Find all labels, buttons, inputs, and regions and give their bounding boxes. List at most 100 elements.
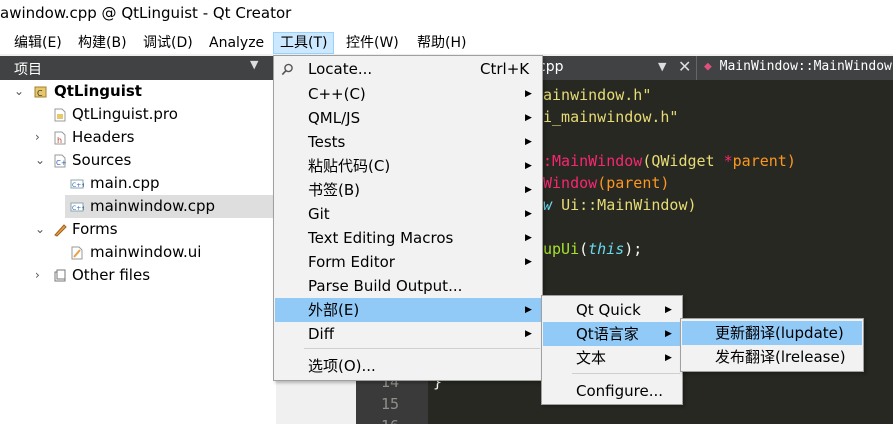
menu-item-tests[interactable]: Tests ▶: [275, 130, 541, 154]
menu-item-git[interactable]: Git ▶: [275, 202, 541, 226]
project-tree: ⌄ C QtLinguist QtLinguist.pro › h Header…: [0, 80, 276, 424]
code-token: :MainWindow: [543, 152, 643, 170]
collapsed-icon[interactable]: ›: [35, 126, 40, 149]
menu-item-locate[interactable]: Locate... Ctrl+K: [275, 57, 541, 81]
menu-item-text-editing-macros[interactable]: Text Editing Macros ▶: [275, 226, 541, 250]
project-icon: C: [34, 86, 47, 98]
submenu-arrow-icon: ▶: [665, 305, 672, 315]
pro-file-icon: [54, 108, 66, 122]
expanded-icon[interactable]: ⌄: [35, 218, 45, 241]
menu-item-lrelease[interactable]: 发布翻译(lrelease): [682, 345, 862, 369]
menu-item-label: 选项(O)...: [308, 357, 376, 375]
menu-item-label: Diff: [308, 325, 335, 343]
line-number: 15: [381, 395, 400, 413]
tree-item-mainwindow-cpp[interactable]: C++ mainwindow.cpp: [65, 195, 276, 218]
submenu-arrow-icon: ▶: [525, 209, 532, 219]
project-pane-header: 项目 ▼: [0, 56, 276, 80]
tree-item-project[interactable]: ⌄ C QtLinguist: [0, 80, 276, 103]
menu-item-label: Locate...: [308, 60, 373, 78]
submenu-arrow-icon: ▶: [665, 353, 672, 363]
menu-item-cpp[interactable]: C++(C) ▶: [275, 82, 541, 106]
submenu-arrow-icon: ▶: [525, 305, 532, 315]
menu-item-paste-code[interactable]: 粘贴代码(C) ▶: [275, 154, 541, 178]
tree-item-headers[interactable]: › h Headers: [0, 126, 276, 149]
submenu-arrow-icon: ▶: [525, 329, 532, 339]
menu-debug[interactable]: 调试(D): [137, 32, 199, 54]
menu-item-configure[interactable]: Configure...: [543, 379, 681, 403]
menu-item-external[interactable]: 外部(E) ▶: [275, 298, 541, 322]
tree-label: Headers: [72, 128, 135, 146]
menu-controls[interactable]: 控件(W): [340, 32, 405, 54]
code-token: Window: [543, 174, 598, 192]
menu-tools[interactable]: 工具(T): [273, 32, 335, 54]
other-files-icon: [54, 269, 66, 282]
submenu-arrow-icon: ▶: [525, 89, 532, 99]
chevron-down-icon[interactable]: ▼: [658, 60, 666, 73]
tree-label: mainwindow.ui: [90, 243, 202, 261]
menu-item-label: 发布翻译(lrelease): [715, 348, 846, 366]
submenu-arrow-icon: ▶: [525, 257, 532, 267]
menu-bar: 编辑(E) 构建(B) 调试(D) Analyze 工具(T) 控件(W) 帮助…: [0, 30, 893, 54]
cpp-file-icon: C++: [70, 202, 84, 212]
submenu-arrow-icon: ▶: [525, 185, 532, 195]
menu-item-qt-quick[interactable]: Qt Quick ▶: [543, 298, 681, 322]
menu-item-parse-build-output[interactable]: Parse Build Output...: [275, 274, 541, 298]
tools-menu: Locate... Ctrl+K C++(C) ▶ QML/JS ▶ Tests…: [273, 55, 543, 381]
menu-item-label: Git: [308, 205, 330, 223]
expanded-icon[interactable]: ⌄: [35, 149, 45, 172]
expanded-icon[interactable]: ⌄: [14, 80, 24, 103]
forms-icon: [54, 224, 67, 237]
menu-build[interactable]: 构建(B): [72, 32, 133, 54]
submenu-arrow-icon: ▶: [525, 161, 532, 171]
menu-item-bookmarks[interactable]: 书签(B) ▶: [275, 178, 541, 202]
tree-label: Other files: [72, 266, 151, 284]
menu-separator: [572, 373, 680, 374]
menu-item-options[interactable]: 选项(O)...: [275, 354, 541, 378]
source-file-icon: C+: [54, 154, 67, 168]
menu-help[interactable]: 帮助(H): [411, 32, 472, 54]
code-token: (: [579, 240, 589, 258]
tree-label: Sources: [72, 151, 132, 169]
symbol-selector[interactable]: ◆ MainWindow::MainWindow: [704, 59, 892, 74]
svg-text:C+: C+: [56, 159, 67, 167]
tree-item-main-cpp[interactable]: C++ main.cpp: [0, 172, 276, 195]
diamond-icon: ◆: [704, 59, 712, 74]
tree-item-sources[interactable]: ⌄ C+ Sources: [0, 149, 276, 172]
menu-item-label: Configure...: [576, 382, 664, 400]
project-pane-title: 项目: [14, 62, 42, 78]
menu-item-label: QML/JS: [308, 109, 361, 127]
code-line: upUi(this);: [543, 240, 642, 258]
tree-item-mainwindow-ui[interactable]: mainwindow.ui: [0, 241, 276, 264]
menu-item-diff[interactable]: Diff ▶: [275, 322, 541, 346]
tree-label: QtLinguist: [54, 82, 142, 100]
code-line: Window(parent): [543, 174, 669, 192]
code-token: *: [723, 152, 733, 170]
chevron-down-icon[interactable]: ▼: [250, 58, 258, 71]
menu-analyze[interactable]: Analyze: [203, 32, 270, 54]
menu-item-qmljs[interactable]: QML/JS ▶: [275, 106, 541, 130]
close-icon[interactable]: ✕: [678, 57, 691, 76]
menu-item-form-editor[interactable]: Form Editor ▶: [275, 250, 541, 274]
collapsed-icon[interactable]: ›: [35, 264, 40, 287]
window-title: awindow.cpp @ QtLinguist - Qt Creator: [0, 4, 292, 22]
svg-text:h: h: [57, 136, 62, 145]
line-number: 16: [381, 417, 399, 424]
code-token: );: [624, 240, 643, 258]
tree-item-pro-file[interactable]: QtLinguist.pro: [0, 103, 276, 126]
menu-edit[interactable]: 编辑(E): [8, 32, 68, 54]
tree-item-forms[interactable]: ⌄ Forms: [0, 218, 276, 241]
header-divider: [696, 56, 697, 80]
submenu-arrow-icon: ▶: [525, 113, 532, 123]
tree-item-other-files[interactable]: › Other files: [0, 264, 276, 287]
menu-item-text[interactable]: 文本 ▶: [543, 346, 681, 370]
cpp-file-icon: C++: [70, 179, 84, 189]
external-submenu: Qt Quick ▶ Qt语言家 ▶ 文本 ▶ Configure...: [541, 295, 683, 405]
menu-item-shortcut: Ctrl+K: [480, 60, 530, 78]
menu-item-label: 文本: [576, 349, 607, 367]
symbol-label: MainWindow::MainWindow: [719, 59, 892, 74]
menu-item-lupdate[interactable]: 更新翻译(lupdate): [682, 321, 862, 345]
menu-item-qt-linguist[interactable]: Qt语言家 ▶: [543, 322, 681, 346]
code-line: i_mainwindow.h": [543, 108, 679, 126]
menu-item-label: 外部(E): [308, 301, 360, 319]
title-bar: awindow.cpp @ QtLinguist - Qt Creator: [0, 0, 893, 30]
